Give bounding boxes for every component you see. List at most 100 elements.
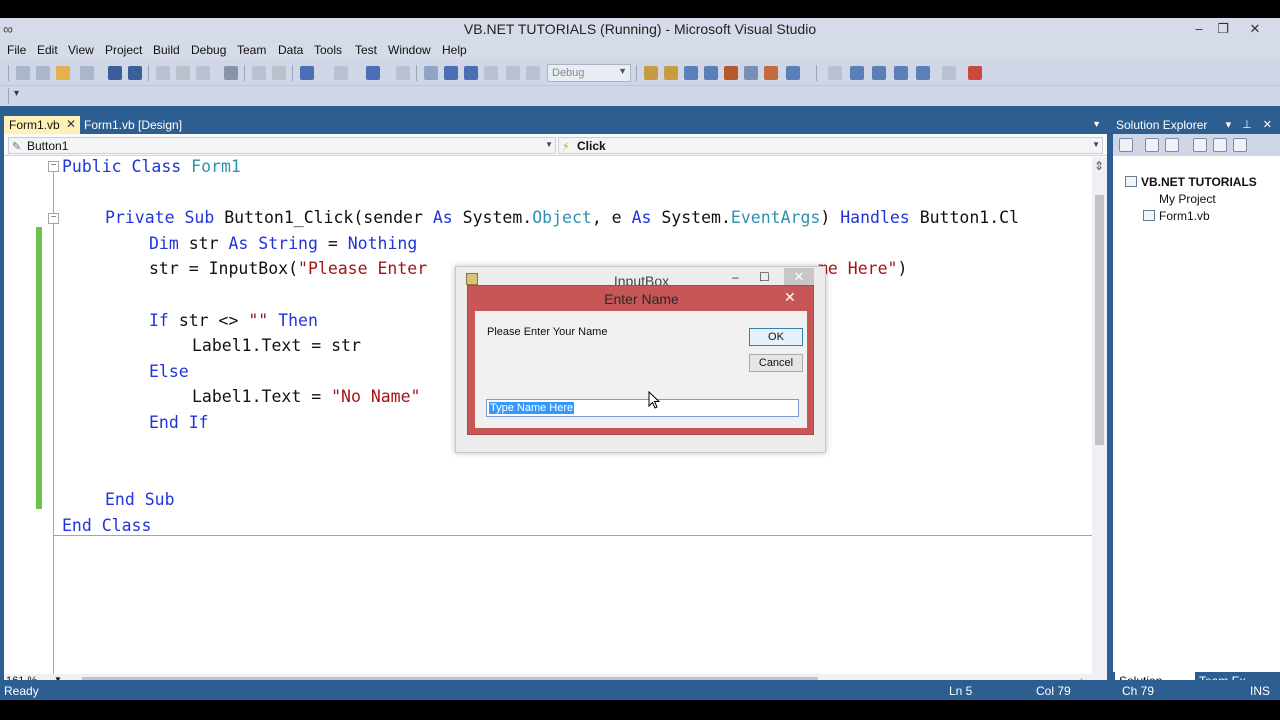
close-icon[interactable]: ✕	[784, 289, 796, 306]
save-icon[interactable]	[108, 66, 122, 80]
properties-icon[interactable]	[684, 66, 698, 80]
event-icon: ⚡	[562, 141, 570, 153]
collapse-icon[interactable]: −	[48, 213, 59, 224]
restart-icon[interactable]	[484, 66, 498, 80]
show-all-files-icon[interactable]	[1145, 138, 1159, 152]
split-icon[interactable]: ⇕	[1094, 159, 1104, 173]
menu-window[interactable]: Window	[388, 43, 431, 57]
menu-test[interactable]: Test	[355, 43, 377, 57]
start-icon[interactable]	[424, 66, 438, 80]
project-icon	[1143, 193, 1155, 204]
save-all-icon[interactable]	[128, 66, 142, 80]
uncomment-icon[interactable]	[272, 66, 286, 80]
view-code-icon[interactable]	[1193, 138, 1207, 152]
stop-icon[interactable]	[464, 66, 478, 80]
tree-item-solution[interactable]: VB.NET TUTORIALS	[1125, 175, 1257, 189]
status-column: Col 79	[1036, 684, 1071, 698]
menu-team[interactable]: Team	[237, 43, 266, 57]
chevron-down-icon[interactable]: ▾	[14, 88, 19, 99]
step-over-icon[interactable]	[526, 66, 540, 80]
menu-debug[interactable]: Debug	[191, 43, 226, 57]
open-folder-icon[interactable]	[56, 66, 70, 80]
ok-button[interactable]: OK	[749, 328, 803, 346]
properties-icon[interactable]	[1233, 138, 1247, 152]
vertical-scroll-thumb[interactable]	[1095, 195, 1104, 445]
tree-item-form1[interactable]: Form1.vb	[1143, 209, 1210, 223]
find-icon[interactable]	[224, 66, 238, 80]
chevron-down-icon[interactable]: ▼	[1092, 119, 1101, 129]
collapse-icon[interactable]: −	[48, 161, 59, 172]
window-layout-icon[interactable]	[786, 66, 800, 80]
solution-configuration-combo[interactable]: Debug ▼	[547, 64, 631, 82]
cancel-button[interactable]: Cancel	[749, 354, 803, 372]
menu-help[interactable]: Help	[442, 43, 467, 57]
step-into-icon[interactable]	[506, 66, 520, 80]
new-project-icon[interactable]	[16, 66, 30, 80]
home-icon[interactable]	[1119, 138, 1133, 152]
class-name-combo[interactable]: ✎ Button1 ▼	[8, 137, 556, 154]
navigate-backward-icon[interactable]	[366, 66, 380, 80]
close-button[interactable]: ✕	[1240, 19, 1270, 39]
close-icon[interactable]: ✕	[66, 117, 76, 131]
menu-project[interactable]: Project	[105, 43, 142, 57]
toolbar-separator	[148, 65, 149, 81]
navigate-forward-icon[interactable]	[396, 66, 410, 80]
add-existing-icon[interactable]	[80, 66, 94, 80]
solution-explorer-icon[interactable]	[664, 66, 678, 80]
restore-button[interactable]: ❐	[1208, 19, 1238, 39]
paste-icon[interactable]	[196, 66, 210, 80]
start-page-icon[interactable]	[744, 66, 758, 80]
vertical-scrollbar[interactable]: ⇕	[1092, 157, 1107, 674]
menu-tools[interactable]: Tools	[314, 43, 342, 57]
comment-icon[interactable]	[252, 66, 266, 80]
method-name-combo[interactable]: ⚡ Click ▼	[558, 137, 1103, 154]
form-icon	[1143, 210, 1155, 221]
top-black-bar	[0, 0, 1280, 18]
cut-icon[interactable]	[156, 66, 170, 80]
maximize-button[interactable]: ☐	[759, 270, 770, 284]
tab-form1-design[interactable]: Form1.vb [Design]	[84, 118, 182, 132]
pause-icon[interactable]	[444, 66, 458, 80]
align-icon[interactable]	[828, 66, 842, 80]
title-bar: ∞ VB.NET TUTORIALS (Running) - Microsoft…	[0, 18, 1280, 40]
add-item-icon[interactable]	[36, 66, 50, 80]
tab-form1-vb[interactable]: Form1.vb ✕	[4, 116, 80, 134]
document-tab-strip: Form1.vb ✕ Form1.vb [Design] ▼	[0, 116, 1107, 134]
size-icon[interactable]	[872, 66, 886, 80]
chevron-down-icon: ▼	[1092, 140, 1100, 149]
menu-build[interactable]: Build	[153, 43, 180, 57]
status-char: Ch 79	[1122, 684, 1155, 698]
panel-controls[interactable]: ▾ ⊥ ✕	[1226, 118, 1276, 131]
center-icon[interactable]	[916, 66, 930, 80]
solution-explorer-toolbar	[1113, 134, 1280, 156]
view-designer-icon[interactable]	[1213, 138, 1227, 152]
status-line: Ln 5	[949, 684, 973, 698]
object-browser-icon[interactable]	[704, 66, 718, 80]
lock-controls-icon[interactable]	[968, 66, 982, 80]
refresh-icon[interactable]	[1165, 138, 1179, 152]
prompt-label: Please Enter Your Name	[487, 326, 608, 338]
toolbox-icon[interactable]	[724, 66, 738, 80]
name-input-value: Type Name Here	[489, 402, 575, 414]
code-line-8: Label1.Text = str	[192, 336, 361, 355]
menu-view[interactable]: View	[68, 43, 94, 57]
menu-file[interactable]: File	[7, 43, 26, 57]
menu-data[interactable]: Data	[278, 43, 303, 57]
status-ready: Ready	[4, 684, 39, 698]
spacing-icon[interactable]	[894, 66, 908, 80]
undo-icon[interactable]	[300, 66, 314, 80]
close-button[interactable]: ✕	[784, 268, 814, 286]
format-icon[interactable]	[850, 66, 864, 80]
redo-icon[interactable]	[334, 66, 348, 80]
extension-manager-icon[interactable]	[764, 66, 778, 80]
find-in-files-icon[interactable]	[644, 66, 658, 80]
method-name-value: Click	[577, 139, 606, 153]
chevron-down-icon: ▼	[618, 66, 627, 76]
tab-order-icon[interactable]	[942, 66, 956, 80]
tree-item-my-project[interactable]: My Project	[1143, 192, 1216, 206]
solution-explorer-panel: Solution Explorer ▾ ⊥ ✕ VB.NET TUTORIALS…	[1113, 116, 1280, 690]
menu-edit[interactable]: Edit	[37, 43, 58, 57]
name-input[interactable]: Type Name Here	[486, 399, 799, 417]
minimize-button[interactable]: –	[732, 270, 739, 284]
copy-icon[interactable]	[176, 66, 190, 80]
